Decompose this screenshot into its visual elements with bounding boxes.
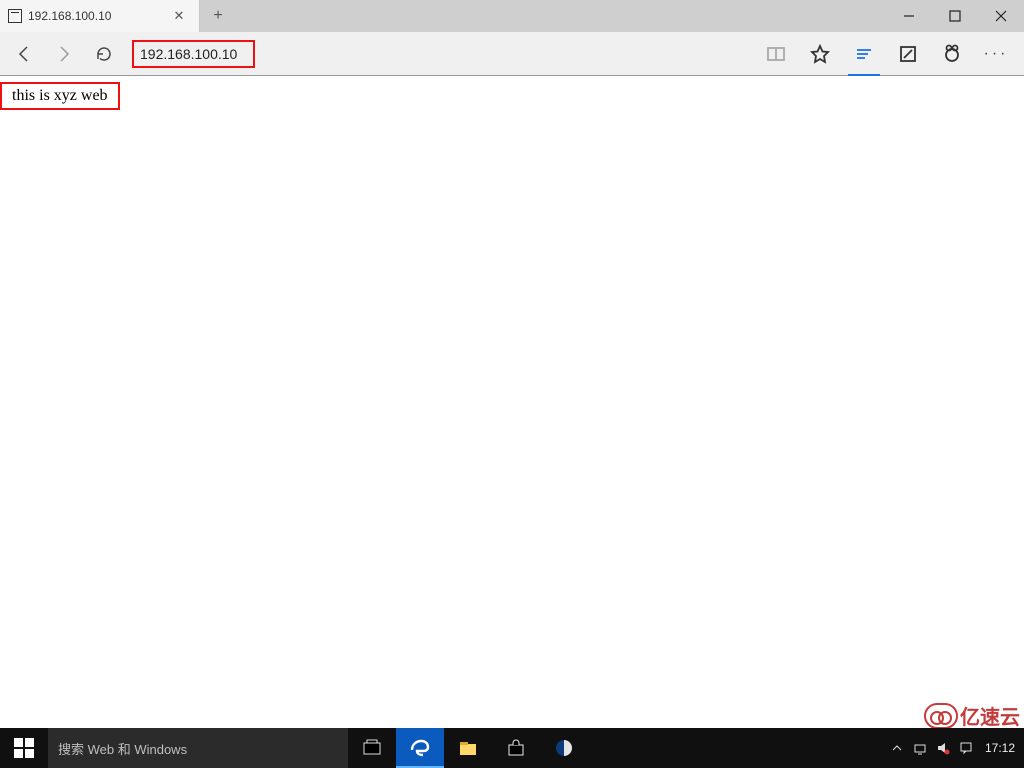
favorite-button[interactable] bbox=[798, 32, 842, 76]
more-button[interactable]: ··· bbox=[974, 45, 1018, 63]
edge-button[interactable] bbox=[396, 728, 444, 768]
refresh-button[interactable] bbox=[86, 36, 122, 72]
windows-icon bbox=[14, 738, 34, 758]
nav-bar: 192.168.100.10 ··· bbox=[0, 32, 1024, 76]
page-content: this is xyz web 亿速云 bbox=[0, 76, 1024, 728]
back-button[interactable] bbox=[6, 36, 42, 72]
browser-tab[interactable]: 192.168.100.10 ✕ bbox=[0, 0, 200, 32]
app-button[interactable] bbox=[540, 728, 588, 768]
window-minimize-button[interactable] bbox=[886, 0, 932, 32]
toolbar-right: ··· bbox=[754, 32, 1018, 76]
task-view-button[interactable] bbox=[348, 728, 396, 768]
watermark-icon bbox=[924, 703, 958, 729]
hub-button[interactable] bbox=[842, 32, 886, 76]
window-maximize-button[interactable] bbox=[932, 0, 978, 32]
taskbar-clock[interactable]: 17:12 bbox=[978, 741, 1022, 755]
task-icons bbox=[348, 728, 588, 768]
reading-view-button[interactable] bbox=[754, 32, 798, 76]
tray-chevron-icon[interactable] bbox=[886, 728, 908, 768]
watermark-text: 亿速云 bbox=[960, 701, 1020, 730]
note-button[interactable] bbox=[886, 32, 930, 76]
file-explorer-button[interactable] bbox=[444, 728, 492, 768]
tab-strip: 192.168.100.10 ✕ + bbox=[0, 0, 1024, 32]
system-tray: 17:12 bbox=[886, 728, 1024, 768]
network-icon[interactable] bbox=[909, 728, 931, 768]
start-button[interactable] bbox=[0, 728, 48, 768]
volume-icon[interactable] bbox=[932, 728, 954, 768]
notifications-icon[interactable] bbox=[955, 728, 977, 768]
taskbar-search-placeholder: 搜索 Web 和 Windows bbox=[58, 739, 187, 758]
watermark: 亿速云 bbox=[924, 701, 1020, 730]
taskbar-search[interactable]: 搜索 Web 和 Windows bbox=[48, 728, 348, 768]
address-bar[interactable]: 192.168.100.10 bbox=[126, 40, 750, 68]
tab-close-button[interactable]: ✕ bbox=[167, 8, 191, 24]
page-text: this is xyz web bbox=[0, 82, 120, 110]
share-button[interactable] bbox=[930, 32, 974, 76]
tab-title: 192.168.100.10 bbox=[28, 9, 161, 23]
page-icon bbox=[8, 9, 22, 23]
window-close-button[interactable] bbox=[978, 0, 1024, 32]
store-button[interactable] bbox=[492, 728, 540, 768]
taskbar: 搜索 Web 和 Windows 17:12 bbox=[0, 728, 1024, 768]
address-text: 192.168.100.10 bbox=[132, 40, 255, 68]
forward-button[interactable] bbox=[46, 36, 82, 72]
new-tab-button[interactable]: + bbox=[200, 0, 236, 32]
window-controls bbox=[886, 0, 1024, 32]
